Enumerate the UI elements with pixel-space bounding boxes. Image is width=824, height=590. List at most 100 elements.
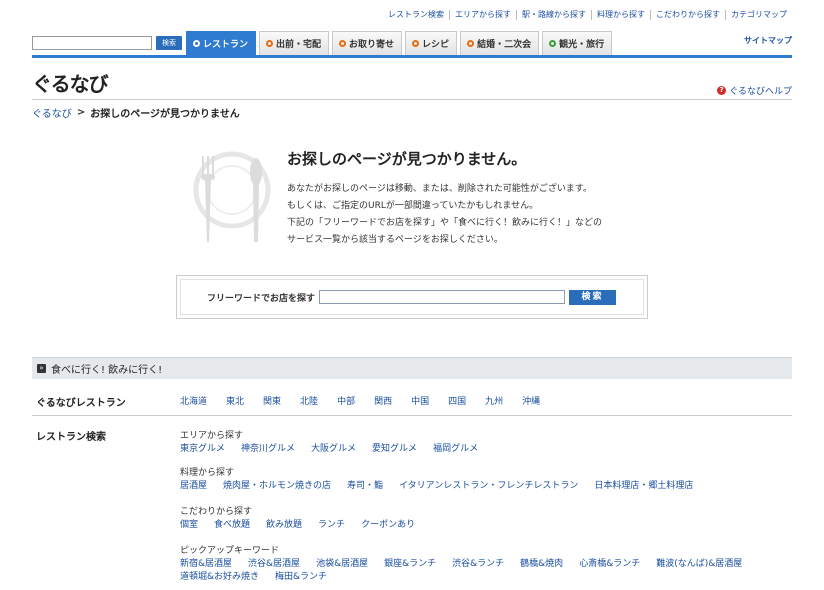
keyword-link[interactable]: 難波(なんば)&居酒屋 xyxy=(656,558,742,571)
group-title: ピックアップキーワード xyxy=(180,546,280,556)
area-link[interactable]: 東京グルメ xyxy=(180,443,225,456)
free-word-search-inner: フリーワードでお店を探す 検索 xyxy=(180,279,644,315)
tab-label: お取り寄せ xyxy=(349,40,395,50)
group-title[interactable]: 料理から探す xyxy=(180,465,790,478)
tab-underline xyxy=(32,55,792,58)
error-line: サービス一覧から該当するページをお探しください。 xyxy=(287,235,503,245)
top-search-button[interactable]: 検索 xyxy=(156,36,182,50)
error-message: あなたがお探しのページは移動、または、削除された可能性がございます。 もしくは、… xyxy=(287,181,602,249)
region-link[interactable]: 中国 xyxy=(411,394,429,407)
tab-restaurant[interactable]: レストラン xyxy=(186,31,257,55)
topnav-station-search[interactable]: 駅・路線から探す xyxy=(516,10,591,20)
tab-label: 観光・旅行 xyxy=(559,40,605,50)
tab-recipe[interactable]: レシピ xyxy=(405,31,458,55)
free-word-label: フリーワードでお店を探す xyxy=(207,293,316,304)
group-links: 居酒屋 焼肉屋・ホルモン焼きの店 寿司・鮨 イタリアンレストラン・フレンチレスト… xyxy=(180,480,790,493)
region-link[interactable]: 沖縄 xyxy=(522,394,540,407)
keyword-link[interactable]: 渋谷&居酒屋 xyxy=(248,558,300,571)
cuisine-link[interactable]: 焼肉屋・ホルモン焼きの店 xyxy=(223,480,331,493)
free-word-input[interactable] xyxy=(319,290,566,304)
section-header: » 食べに行く! 飲みに行く! xyxy=(32,357,792,379)
cuisine-search-group: 料理から探す 居酒屋 焼肉屋・ホルモン焼きの店 寿司・鮨 イタリアンレストラン・… xyxy=(180,465,790,493)
preference-link[interactable]: 食べ放題 xyxy=(214,519,250,532)
preference-search-group: こだわりから探す 個室 食べ放題 飲み放題 ランチ クーポンあり xyxy=(180,504,790,532)
sitemap-link[interactable]: サイトマップ xyxy=(744,35,792,46)
cuisine-link[interactable]: 寿司・鮨 xyxy=(347,480,383,493)
tab-label: 出前・宅配 xyxy=(276,40,322,50)
region-link[interactable]: 中部 xyxy=(337,394,355,407)
keyword-link[interactable]: 心斎橋&ランチ xyxy=(579,558,640,571)
tab-delivery[interactable]: 出前・宅配 xyxy=(259,31,330,55)
tab-circle-icon xyxy=(266,40,274,47)
region-link[interactable]: 九州 xyxy=(485,394,503,407)
free-word-search-box: フリーワードでお店を探す 検索 xyxy=(176,275,648,319)
preference-link[interactable]: 個室 xyxy=(180,519,198,532)
topnav-cuisine-search[interactable]: 料理から探す xyxy=(591,10,650,20)
region-links: 北海道 東北 関東 北陸 中部 関西 中国 四国 九州 沖縄 xyxy=(180,394,559,407)
keyword-link[interactable]: 池袋&居酒屋 xyxy=(316,558,368,571)
group-links: 新宿&居酒屋 渋谷&居酒屋 池袋&居酒屋 銀座&ランチ 渋谷&ランチ 鶴橋&焼肉… xyxy=(180,558,790,584)
topnav-restaurant-search[interactable]: レストラン検索 xyxy=(383,10,449,20)
breadcrumb: ぐるなび > お探しのページが見つかりません xyxy=(32,105,240,120)
region-link[interactable]: 東北 xyxy=(226,394,244,407)
preference-link[interactable]: クーポンあり xyxy=(361,519,415,532)
tab-wedding[interactable]: 結婚・二次会 xyxy=(460,31,540,55)
error-line: 下記の「フリーワードでお店を探す」や「食べに行く！飲みに行く！」などの xyxy=(287,218,603,228)
area-link[interactable]: 大阪グルメ xyxy=(311,443,356,456)
keyword-link[interactable]: 銀座&ランチ xyxy=(384,558,436,571)
top-text-nav: レストラン検索 エリアから探す 駅・路線から探す 料理から探す こだわりから探す… xyxy=(383,10,792,20)
error-line: もしくは、ご指定のURLが一部間違っていたかもしれません。 xyxy=(287,201,539,211)
search-row-label: レストラン検索 xyxy=(36,432,106,443)
tab-circle-icon xyxy=(193,40,200,47)
breadcrumb-current: お探しのページが見つかりません xyxy=(90,109,240,120)
topnav-preference-search[interactable]: こだわりから探す xyxy=(650,10,725,20)
area-link[interactable]: 神奈川グルメ xyxy=(241,443,295,456)
error-title: お探しのページが見つかりません。 xyxy=(287,150,527,168)
region-link[interactable]: 北陸 xyxy=(300,394,318,407)
help-icon: ? xyxy=(717,86,727,95)
help-label: ぐるなびヘルプ xyxy=(729,87,792,97)
section-arrow-icon: » xyxy=(37,364,46,373)
topnav-category-map[interactable]: カテゴリマップ xyxy=(725,10,792,20)
region-link[interactable]: 関東 xyxy=(263,394,281,407)
preference-link[interactable]: ランチ xyxy=(318,519,345,532)
group-links: 個室 食べ放題 飲み放題 ランチ クーポンあり xyxy=(180,519,790,532)
row-divider xyxy=(32,415,792,416)
service-tabs: レストラン 出前・宅配 お取り寄せ レシピ 結婚・二次会 観光・旅行 xyxy=(186,31,615,55)
keyword-link[interactable]: 新宿&居酒屋 xyxy=(180,558,232,571)
breadcrumb-home[interactable]: ぐるなび xyxy=(32,105,72,120)
tab-circle-icon xyxy=(467,40,475,47)
tab-circle-icon xyxy=(339,40,347,47)
help-link[interactable]: ? ぐるなびヘルプ xyxy=(717,84,792,97)
header-divider xyxy=(32,99,792,100)
region-link[interactable]: 北海道 xyxy=(180,394,207,407)
free-word-search-button[interactable]: 検索 xyxy=(569,289,617,305)
keyword-link[interactable]: 梅田&ランチ xyxy=(275,571,327,584)
tab-label: 結婚・二次会 xyxy=(477,40,532,50)
plate-cutlery-icon xyxy=(193,151,271,242)
gurunavi-logo[interactable]: ぐるなび xyxy=(32,68,109,97)
cuisine-link[interactable]: 居酒屋 xyxy=(180,480,207,493)
tab-circle-icon xyxy=(412,40,420,47)
region-link[interactable]: 関西 xyxy=(374,394,392,407)
tab-label: レシピ xyxy=(422,40,450,50)
keyword-link[interactable]: 渋谷&ランチ xyxy=(452,558,504,571)
area-link[interactable]: 福岡グルメ xyxy=(433,443,478,456)
region-link[interactable]: 四国 xyxy=(448,394,466,407)
tab-mail-order[interactable]: お取り寄せ xyxy=(332,31,403,55)
pickup-keyword-group: ピックアップキーワード 新宿&居酒屋 渋谷&居酒屋 池袋&居酒屋 銀座&ランチ … xyxy=(180,543,790,584)
cuisine-link[interactable]: イタリアンレストラン・フレンチレストラン xyxy=(399,480,578,493)
restaurant-row-label: ぐるなびレストラン xyxy=(36,398,126,409)
tab-circle-icon xyxy=(549,40,557,47)
area-link[interactable]: 愛知グルメ xyxy=(372,443,417,456)
keyword-link[interactable]: 道頓堀&お好み焼き xyxy=(180,571,259,584)
tab-label: レストラン xyxy=(203,40,249,50)
tab-travel[interactable]: 観光・旅行 xyxy=(542,31,613,55)
group-title[interactable]: こだわりから探す xyxy=(180,504,790,517)
preference-link[interactable]: 飲み放題 xyxy=(266,519,302,532)
topnav-area-search[interactable]: エリアから探す xyxy=(449,10,516,20)
group-title[interactable]: エリアから探す xyxy=(180,428,790,441)
cuisine-link[interactable]: 日本料理店・郷土料理店 xyxy=(594,480,693,493)
keyword-link[interactable]: 鶴橋&焼肉 xyxy=(520,558,563,571)
top-search-input[interactable] xyxy=(32,36,152,50)
